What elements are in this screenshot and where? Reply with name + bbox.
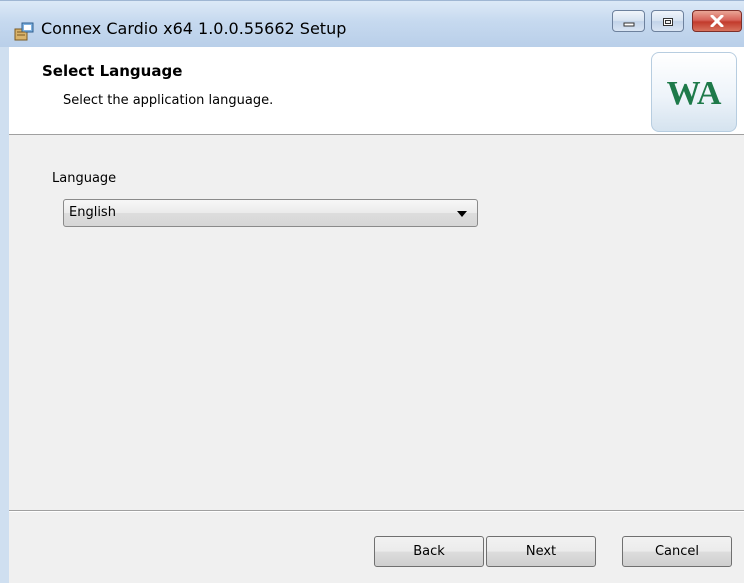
footer-divider bbox=[9, 510, 744, 512]
title-bar[interactable]: Connex Cardio x64 1.0.0.55662 Setup bbox=[0, 0, 744, 47]
chevron-down-icon[interactable] bbox=[457, 211, 467, 217]
dialog-body: Select Language Select the application l… bbox=[9, 47, 744, 583]
header-banner: Select Language Select the application l… bbox=[9, 47, 744, 135]
page-title: Select Language bbox=[42, 62, 183, 80]
next-button[interactable]: Next bbox=[486, 536, 596, 567]
logo-graphic: WA bbox=[667, 75, 722, 110]
setup-package-icon[interactable] bbox=[13, 20, 35, 42]
language-label: Language bbox=[52, 171, 117, 186]
page-description: Select the application language. bbox=[63, 93, 274, 108]
company-logo: WA bbox=[651, 52, 737, 132]
language-dropdown[interactable]: English bbox=[63, 199, 478, 227]
close-button[interactable] bbox=[692, 10, 742, 32]
cancel-button[interactable]: Cancel bbox=[622, 536, 732, 567]
minimize-icon bbox=[623, 12, 635, 31]
maximize-icon bbox=[662, 12, 674, 31]
minimize-button[interactable] bbox=[612, 10, 645, 32]
maximize-button[interactable] bbox=[651, 10, 684, 32]
language-selected-value: English bbox=[69, 205, 116, 220]
window-title: Connex Cardio x64 1.0.0.55662 Setup bbox=[41, 19, 347, 38]
close-icon bbox=[710, 12, 724, 31]
svg-text:WA: WA bbox=[667, 75, 722, 110]
back-button[interactable]: Back bbox=[374, 536, 484, 567]
